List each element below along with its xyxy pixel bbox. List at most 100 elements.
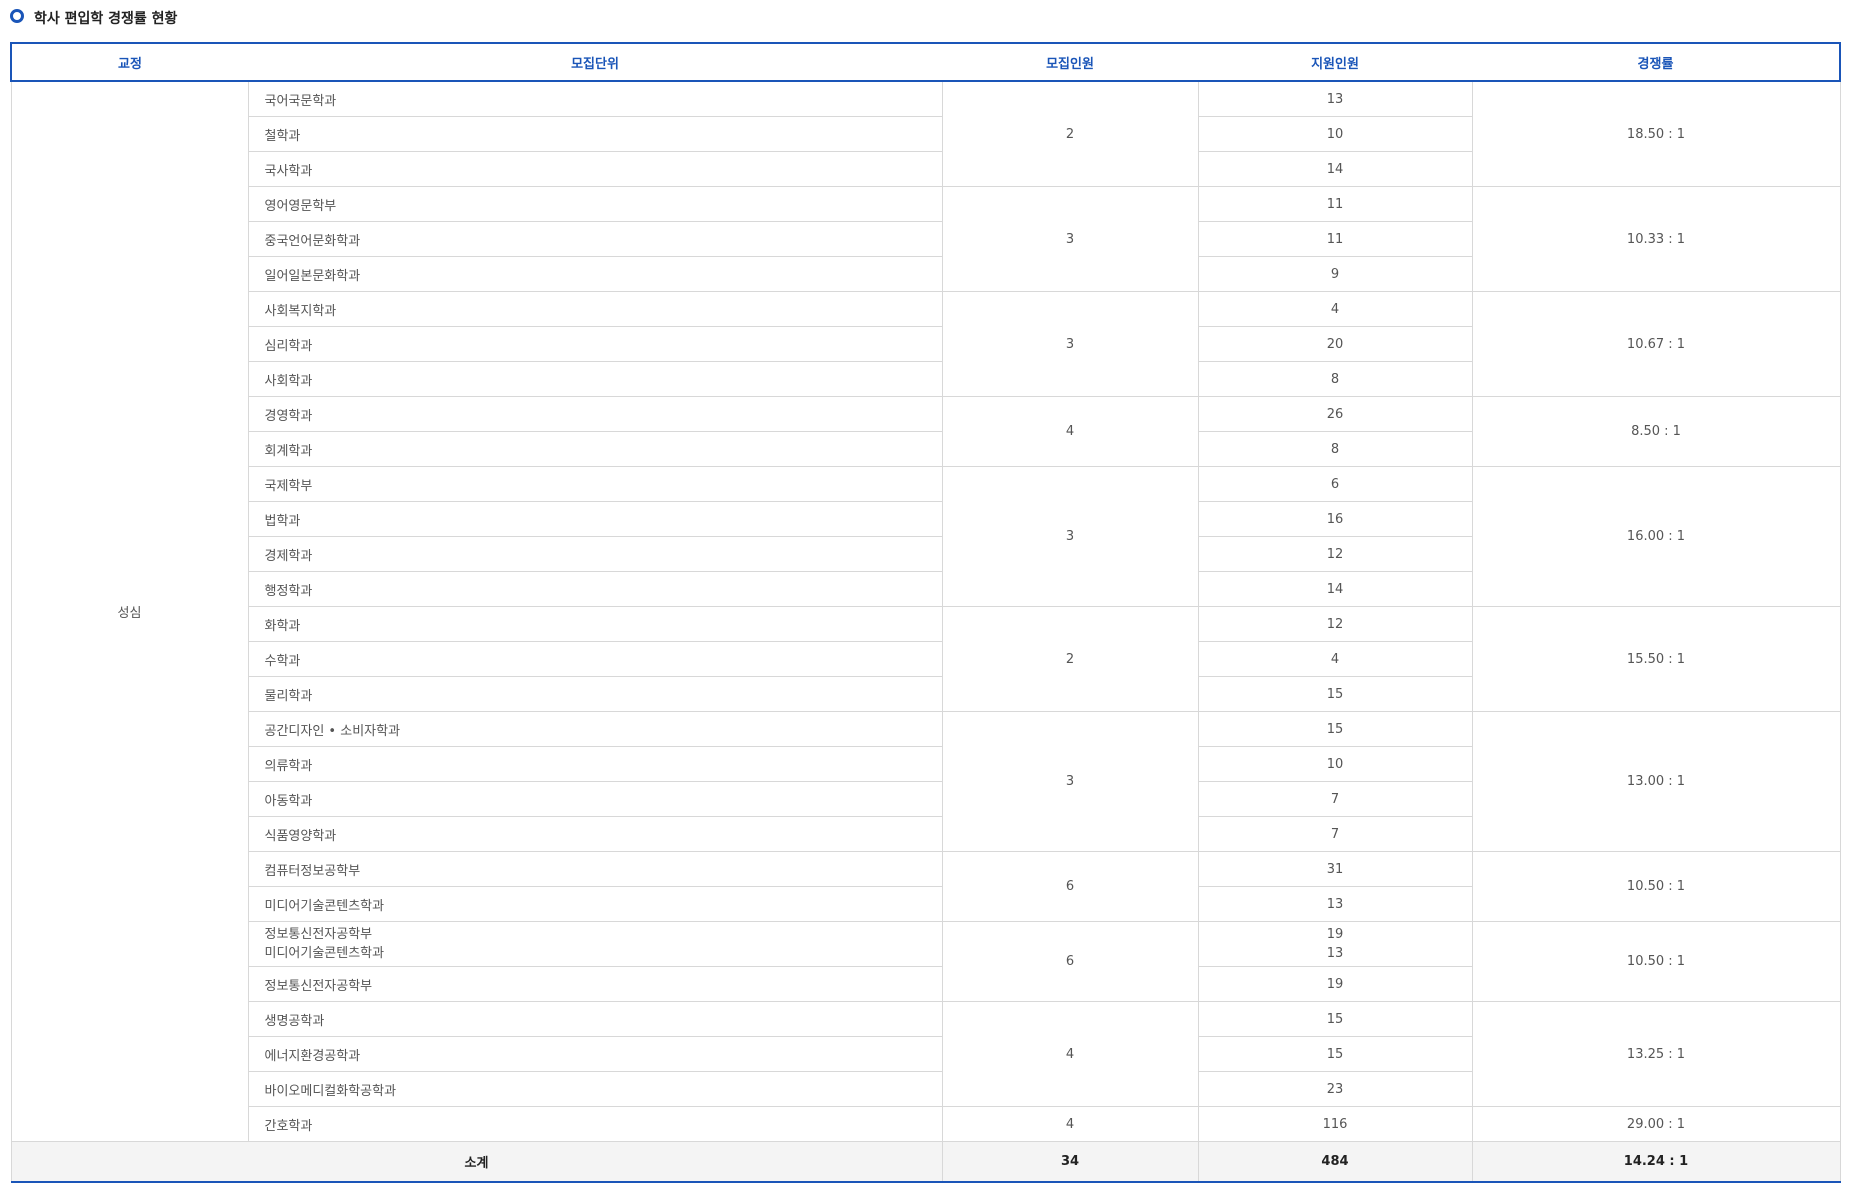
campus-cell: 성심: [10, 80, 249, 1142]
applicants-cell: 31: [1197, 851, 1473, 887]
table-row: 사회복지학과 3 4 10.67 : 1: [11, 291, 1841, 397]
department-cell: 컴퓨터정보공학부: [247, 851, 943, 887]
applicants-cell: 16: [1197, 501, 1473, 537]
applicants-cell: 15: [1197, 711, 1473, 747]
header-unit: 모집단위: [248, 42, 942, 82]
applicants-cell: 8: [1197, 361, 1473, 397]
ratio-cell: 15.50 : 1: [1471, 606, 1841, 712]
department-cell: 에너지환경공학과: [247, 1036, 943, 1072]
table-row: 성심 국어국문학과 2 13 18.50 : 1: [10, 80, 1841, 1142]
department-cell: 국사학과: [247, 151, 943, 187]
department-cell: 사회학과: [247, 361, 943, 397]
department-cell: 영어영문학부: [247, 186, 943, 222]
department-cell: 식품영양학과: [247, 816, 943, 852]
header-ratio: 경쟁률: [1472, 42, 1841, 82]
quota-cell: 3: [941, 186, 1199, 292]
ratio-cell: 18.50 : 1: [1471, 80, 1841, 187]
section-title: 학사 편입학 경쟁률 현황: [10, 8, 177, 28]
bullet-circle-icon: [10, 9, 24, 23]
department-cell: 경제학과: [247, 536, 943, 572]
table-row: 경영학과 4 26 8.50 : 1: [11, 396, 1841, 467]
ratio-cell: 10.50 : 1: [1471, 921, 1841, 1002]
quota-cell: 6: [941, 851, 1199, 922]
table-row: 국제학부 3 6 16.00 : 1: [11, 466, 1841, 607]
applicants-cell: 4: [1197, 641, 1473, 677]
ratio-cell: 29.00 : 1: [1471, 1106, 1841, 1142]
subtotal-row: 소계 34 484 14.24 : 1: [10, 1141, 1841, 1183]
department-cell: 회계학과: [247, 431, 943, 467]
applicants-cell: 12: [1197, 536, 1473, 572]
ratio-cell: 8.50 : 1: [1471, 396, 1841, 467]
applicants-cell: 11: [1197, 186, 1473, 222]
department-cell: 국어국문학과: [247, 80, 943, 117]
table-row: 영어영문학부 3 11 10.33 : 1: [11, 186, 1841, 292]
ratio-cell: 16.00 : 1: [1471, 466, 1841, 607]
applicants-cell: 13: [1197, 886, 1473, 922]
applicants-cell: 15: [1197, 1001, 1473, 1037]
department-cell: 바이오메디컬화학공학과: [247, 1071, 943, 1107]
quota-cell: 4: [941, 1106, 1199, 1142]
applicants-cell: 15: [1197, 676, 1473, 712]
table-row: 공간디자인 • 소비자학과 3 15 13.00 : 1: [11, 711, 1841, 852]
department-cell: 공간디자인 • 소비자학과: [247, 711, 943, 747]
department-cell: 행정학과: [247, 571, 943, 607]
applicants-cell: 7: [1197, 781, 1473, 817]
applicants-cell: 6: [1197, 466, 1473, 502]
department-cell: 사회복지학과: [247, 291, 943, 327]
header-quota: 모집인원: [942, 42, 1198, 82]
department-cell: 철학과: [247, 116, 943, 152]
applicants-cell: 11: [1197, 221, 1473, 257]
table-row: 컴퓨터정보공학부 6 31 10.50 : 1: [11, 851, 1841, 922]
subtotal-label: 소계: [10, 1141, 943, 1183]
ratio-cell: 10.33 : 1: [1471, 186, 1841, 292]
quota-cell: 3: [941, 291, 1199, 397]
quota-cell: 2: [941, 606, 1199, 712]
department-cell: 화학과: [247, 606, 943, 642]
table-row: 간호학과 4 116 29.00 : 1: [11, 1106, 1841, 1142]
table-body: 성심 국어국문학과 2 13 18.50 : 1 철학과 10 국사학과 14 영어영문학부 3 11…: [10, 80, 1841, 1142]
applicants-cell: 23: [1197, 1071, 1473, 1107]
applicants-cell: 8: [1197, 431, 1473, 467]
department-cell: 간호학과: [247, 1106, 943, 1142]
department-cell: 경영학과: [247, 396, 943, 432]
header-applicants: 지원인원: [1198, 42, 1472, 82]
department-cell: 수학과: [247, 641, 943, 677]
department-cell: 물리학과: [247, 676, 943, 712]
quota-cell: 4: [941, 396, 1199, 467]
applicants-cell: 20: [1197, 326, 1473, 362]
department-cell: 중국언어문화학과: [247, 221, 943, 257]
department-cell: 정보통신전자공학부: [247, 966, 943, 1002]
quota-cell: 2: [941, 80, 1199, 187]
applicants-cell: 4: [1197, 291, 1473, 327]
department-cell: 국제학부: [247, 466, 943, 502]
section-title-text: 학사 편입학 경쟁률 현황: [34, 11, 178, 27]
applicants-cell: 10: [1197, 746, 1473, 782]
competition-table: 교정 모집단위 모집인원 지원인원 경쟁률 성심 국어국문학과 2 13 18.50 :…: [10, 42, 1841, 1183]
applicants-cell: 19 13: [1197, 921, 1473, 967]
department-cell: 심리학과: [247, 326, 943, 362]
department-cell: 정보통신전자공학부 미디어기술콘텐츠학과: [247, 921, 943, 967]
department-cell: 일어일본문화학과: [247, 256, 943, 292]
applicants-cell: 15: [1197, 1036, 1473, 1072]
ratio-cell: 13.25 : 1: [1471, 1001, 1841, 1107]
department-cell: 의류학과: [247, 746, 943, 782]
subtotal-quota: 34: [941, 1141, 1199, 1183]
table-row: 화학과 2 12 15.50 : 1: [11, 606, 1841, 712]
quota-cell: 3: [941, 711, 1199, 852]
applicants-cell: 12: [1197, 606, 1473, 642]
ratio-cell: 13.00 : 1: [1471, 711, 1841, 852]
applicants-cell: 14: [1197, 571, 1473, 607]
department-cell: 생명공학과: [247, 1001, 943, 1037]
header-campus: 교정: [10, 42, 248, 82]
applicants-cell: 19: [1197, 966, 1473, 1002]
applicants-cell: 13: [1197, 80, 1473, 117]
applicants-cell: 116: [1197, 1106, 1473, 1142]
table-header-row: 교정 모집단위 모집인원 지원인원 경쟁률: [10, 42, 1841, 82]
applicants-cell: 9: [1197, 256, 1473, 292]
ratio-cell: 10.50 : 1: [1471, 851, 1841, 922]
subtotal-ratio: 14.24 : 1: [1471, 1141, 1841, 1183]
department-cell: 법학과: [247, 501, 943, 537]
ratio-cell: 10.67 : 1: [1471, 291, 1841, 397]
table-row: 생명공학과 4 15 13.25 : 1: [11, 1001, 1841, 1107]
quota-cell: 4: [941, 1001, 1199, 1107]
